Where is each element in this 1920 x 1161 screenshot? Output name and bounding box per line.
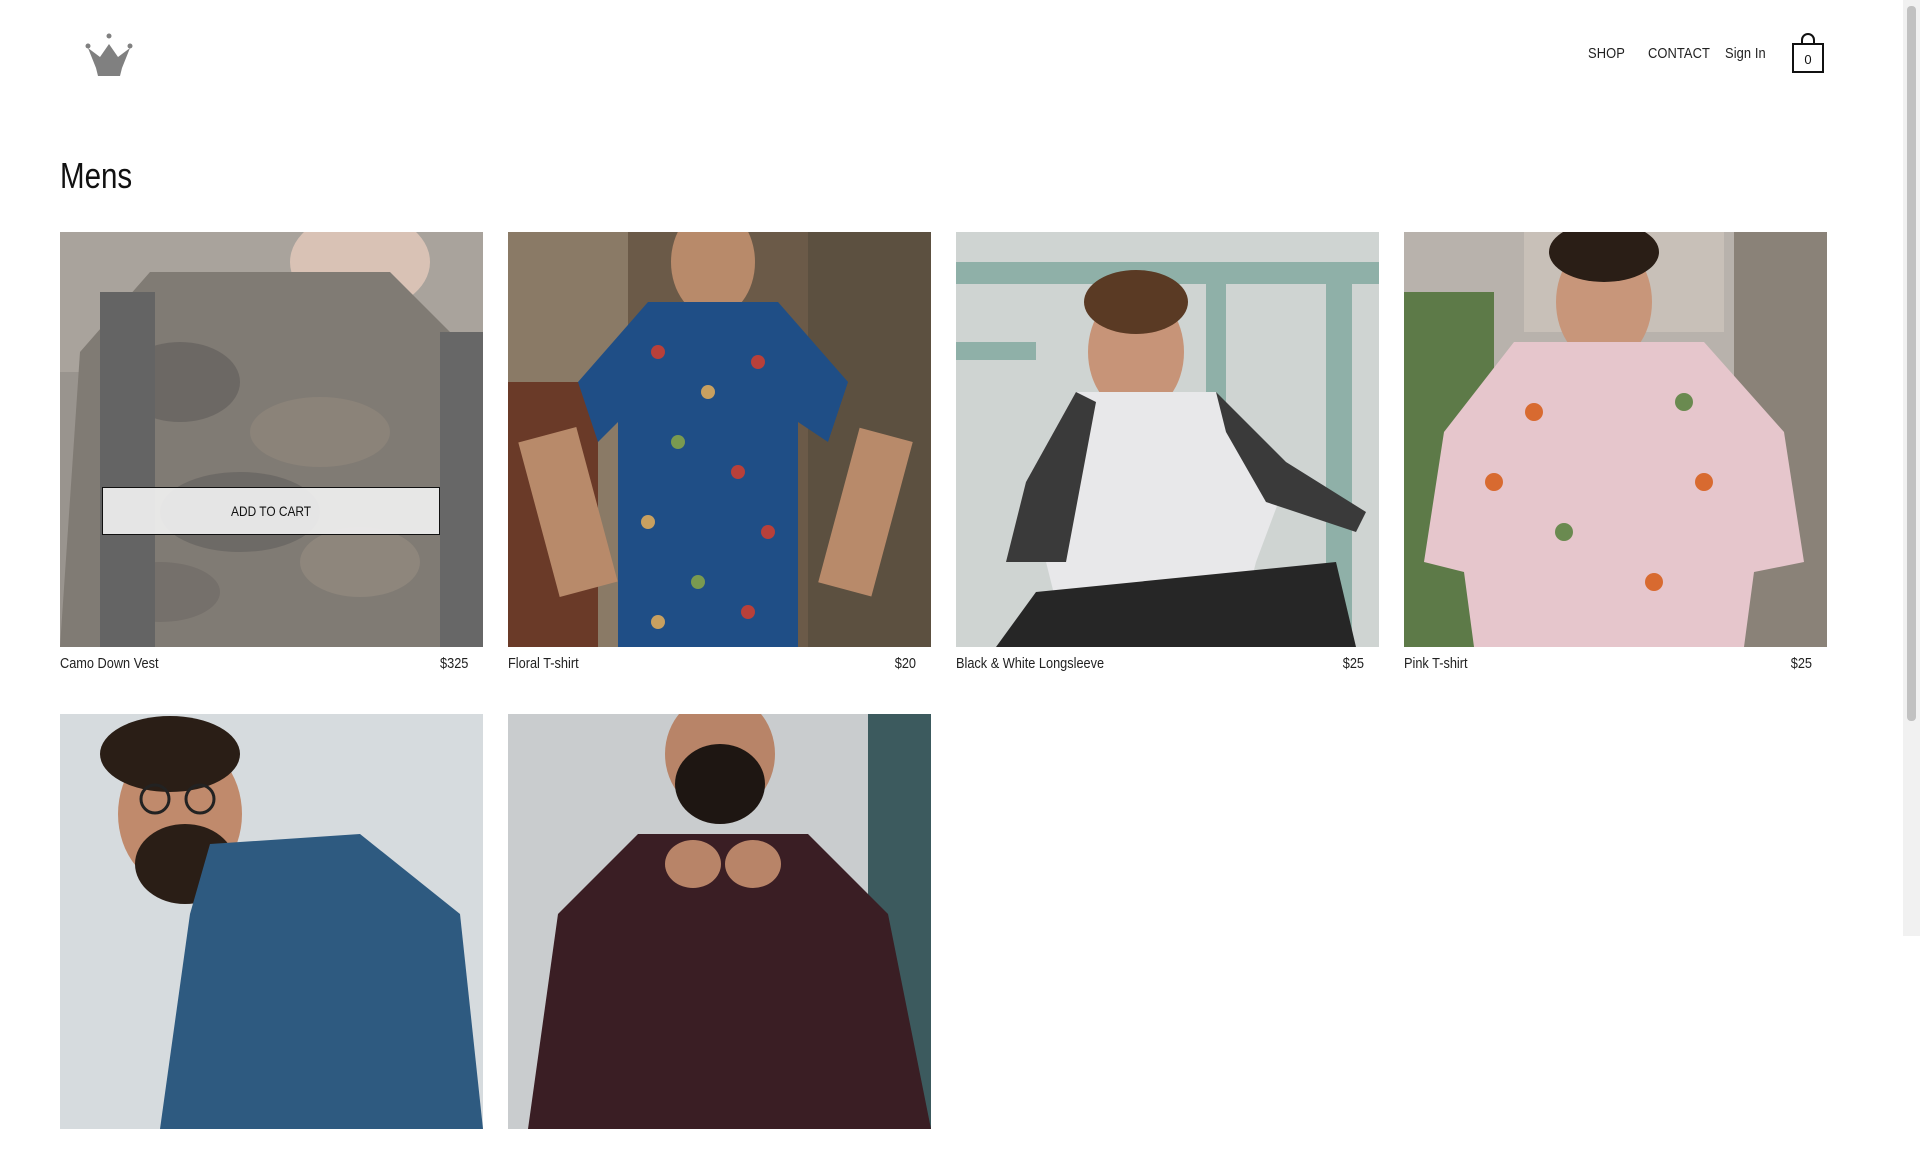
site-header: SHOP CONTACT Sign In 0 xyxy=(0,0,1905,110)
product-price: $20 xyxy=(894,655,916,672)
product-info: Black & White Longsleeve $25 xyxy=(956,655,1364,679)
page-scrollbar[interactable] xyxy=(1903,0,1920,936)
product-image[interactable]: ADD TO CART xyxy=(60,232,483,647)
product-price: $25 xyxy=(1342,655,1364,672)
crown-logo-icon[interactable] xyxy=(82,32,136,78)
product-image[interactable] xyxy=(508,714,931,1129)
denim-shirt-photo xyxy=(60,714,483,1129)
product-name: Camo Down Vest xyxy=(60,655,159,672)
add-to-cart-button[interactable]: ADD TO CART xyxy=(102,487,440,535)
floral-shirt-photo xyxy=(508,232,931,647)
product-image[interactable] xyxy=(956,232,1379,647)
product-name: Floral T-shirt xyxy=(508,655,579,672)
product-info: Floral T-shirt $20 xyxy=(508,655,916,679)
page-title: Mens xyxy=(60,155,133,196)
nav-sign-in-link[interactable]: Sign In xyxy=(1725,45,1766,62)
product-price: $325 xyxy=(439,655,468,672)
product-name: Black & White Longsleeve xyxy=(956,655,1105,672)
product-price: $25 xyxy=(1790,655,1812,672)
product-info: Camo Down Vest $325 xyxy=(60,655,468,679)
product-info: Pink T-shirt $25 xyxy=(1404,655,1812,679)
product-image[interactable] xyxy=(60,714,483,1129)
product-info xyxy=(508,1137,916,1161)
dark-shirt-photo xyxy=(508,714,931,1129)
product-name: Pink T-shirt xyxy=(1404,655,1468,672)
product-image[interactable] xyxy=(1404,232,1827,647)
scrollbar-thumb[interactable] xyxy=(1907,6,1916,721)
cart-button[interactable]: 0 xyxy=(1791,32,1825,74)
product-image[interactable] xyxy=(508,232,931,647)
nav-contact-link[interactable]: CONTACT xyxy=(1648,45,1710,62)
product-info xyxy=(60,1137,468,1161)
hover-overlay xyxy=(60,232,483,647)
longsleeve-photo xyxy=(956,232,1379,647)
cart-count: 0 xyxy=(1804,52,1812,67)
nav-shop-link[interactable]: SHOP xyxy=(1588,45,1625,62)
pink-shirt-photo xyxy=(1404,232,1827,647)
